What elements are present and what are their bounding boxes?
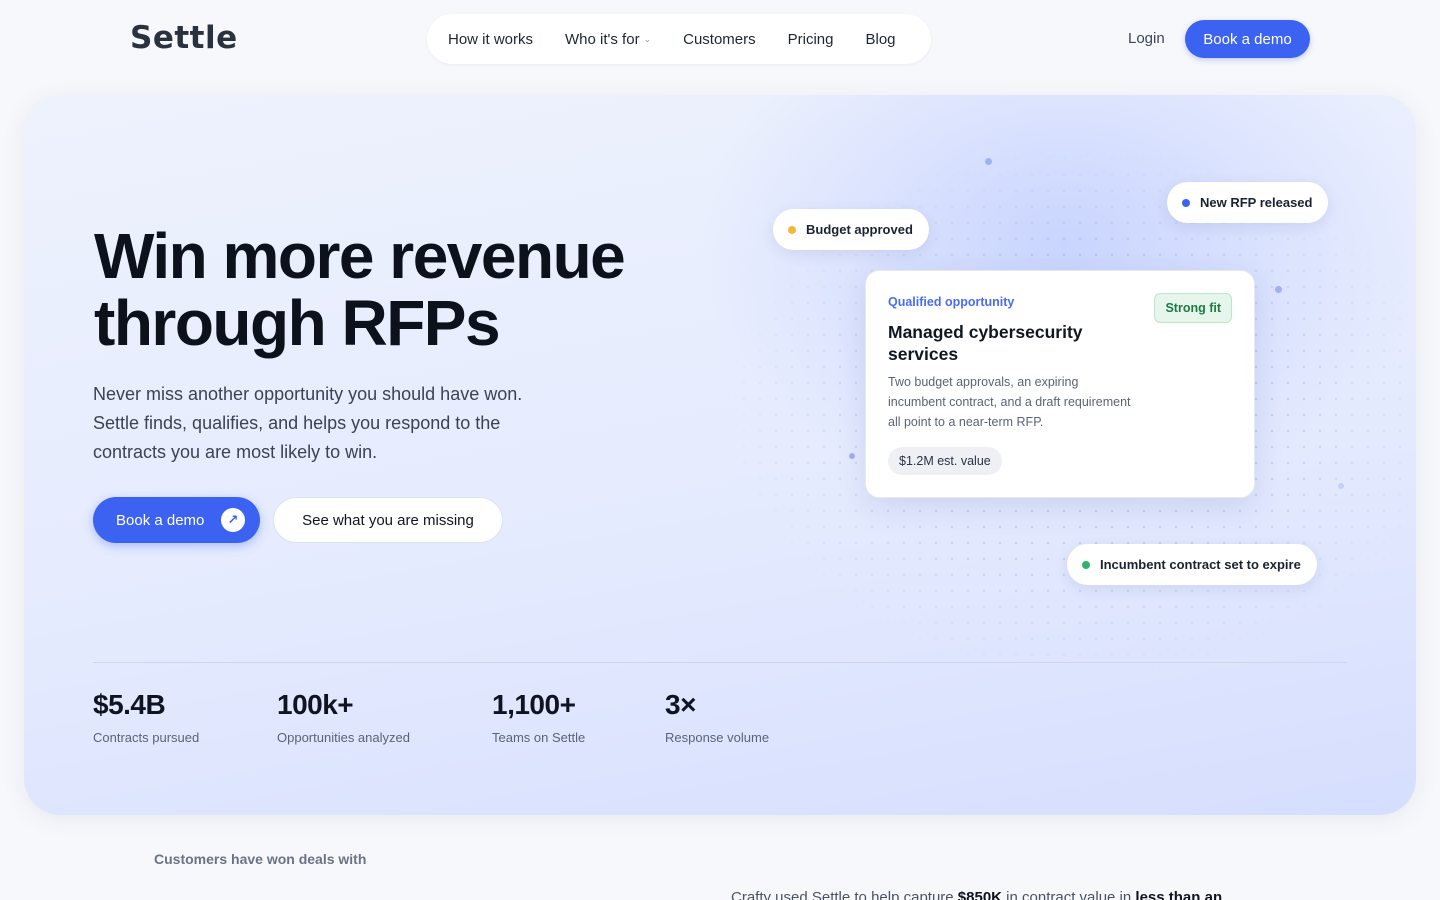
decorative-dot (985, 158, 992, 165)
stat-opportunities: 100k+ Opportunities analyzed (277, 689, 410, 745)
testimonial-text: Crafty used Settle to help capture $850K… (731, 889, 1222, 900)
status-dot-icon (1182, 198, 1190, 207)
stat-label: Contracts pursued (93, 730, 200, 745)
status-dot-icon (788, 225, 796, 234)
customers-label: Customers have won deals with (154, 851, 367, 867)
testimonial-middle: in contract value in (1002, 889, 1136, 900)
chip-label: New RFP released (1200, 195, 1313, 210)
new-rfp-chip: New RFP released (1167, 182, 1329, 223)
testimonial-emphasis: less than an (1135, 889, 1223, 900)
stats-divider (93, 662, 1347, 663)
nav-link-label: How it works (448, 30, 534, 48)
opportunity-kicker: Qualified opportunity (888, 295, 1015, 309)
stat-label: Response volume (665, 730, 770, 745)
nav-link-customers[interactable]: Customers (683, 31, 756, 48)
stat-label: Opportunities analyzed (277, 730, 410, 745)
stat-response: 3× Response volume (665, 689, 769, 745)
book-demo-nav-button[interactable]: Book a demo (1185, 20, 1310, 58)
decorative-dot (849, 453, 855, 459)
see-missing-button[interactable]: See what you are missing (273, 497, 503, 543)
login-link[interactable]: Login (1128, 30, 1165, 47)
status-dot-icon (1082, 560, 1090, 569)
testimonial-prefix: Crafty used Settle to help capture (731, 889, 958, 900)
logo[interactable]: Settle (130, 20, 238, 56)
opportunity-title: Managed cybersecurity services (888, 322, 1083, 364)
stat-value: 100k+ (277, 689, 354, 720)
hero-subheadline: Never miss another opportunity you shoul… (93, 384, 523, 462)
chip-label: Budget approved (806, 222, 913, 237)
nav-link-label: Blog (865, 30, 896, 48)
hero-section: Win more revenue through RFPs Never miss… (24, 95, 1416, 815)
nav-link-pricing[interactable]: Pricing (788, 31, 834, 48)
stat-label: Teams on Settle (492, 730, 586, 745)
book-demo-label: Book a demo (116, 511, 205, 529)
value-badge: $1.2M est. value (888, 447, 1002, 475)
opportunity-description: Two budget approvals, an expiring incumb… (888, 375, 1131, 429)
stat-value: $5.4B (93, 689, 166, 720)
nav-link-label: Pricing (787, 30, 834, 48)
incumbent-contract-chip: Incumbent contract set to expire (1067, 544, 1317, 585)
hero-headline: Win more revenue through RFPs (94, 220, 626, 359)
nav-link-who-its-for[interactable]: Who it's for ⌄ (565, 31, 651, 48)
nav-menu: How it works Who it's for ⌄ Customers Pri… (427, 14, 931, 64)
top-nav: Settle How it works Who it's for ⌄ Custom… (0, 0, 1440, 80)
decorative-dot (1338, 483, 1344, 489)
nav-link-how-it-works[interactable]: How it works (448, 31, 533, 48)
book-demo-button[interactable]: Book a demo ↗ (93, 497, 260, 543)
arrow-up-right-icon: ↗ (221, 508, 245, 532)
fit-badge: Strong fit (1154, 293, 1232, 323)
decorative-dot (1275, 286, 1282, 293)
stat-value: 1,100+ (492, 689, 576, 720)
nav-link-blog[interactable]: Blog (866, 31, 896, 48)
chevron-down-icon: ⌄ (643, 33, 652, 44)
chip-label: Incumbent contract set to expire (1100, 557, 1301, 572)
stat-value: 3× (665, 689, 696, 720)
stat-contracts: $5.4B Contracts pursued (93, 689, 199, 745)
nav-link-label: Customers (683, 30, 756, 48)
budget-approved-chip: Budget approved (773, 209, 929, 250)
testimonial-amount: $850K (957, 889, 1002, 900)
opportunity-card: Qualified opportunity Managed cybersecur… (865, 270, 1255, 498)
stat-teams: 1,100+ Teams on Settle (492, 689, 585, 745)
nav-link-label: Who it's for (565, 30, 640, 48)
